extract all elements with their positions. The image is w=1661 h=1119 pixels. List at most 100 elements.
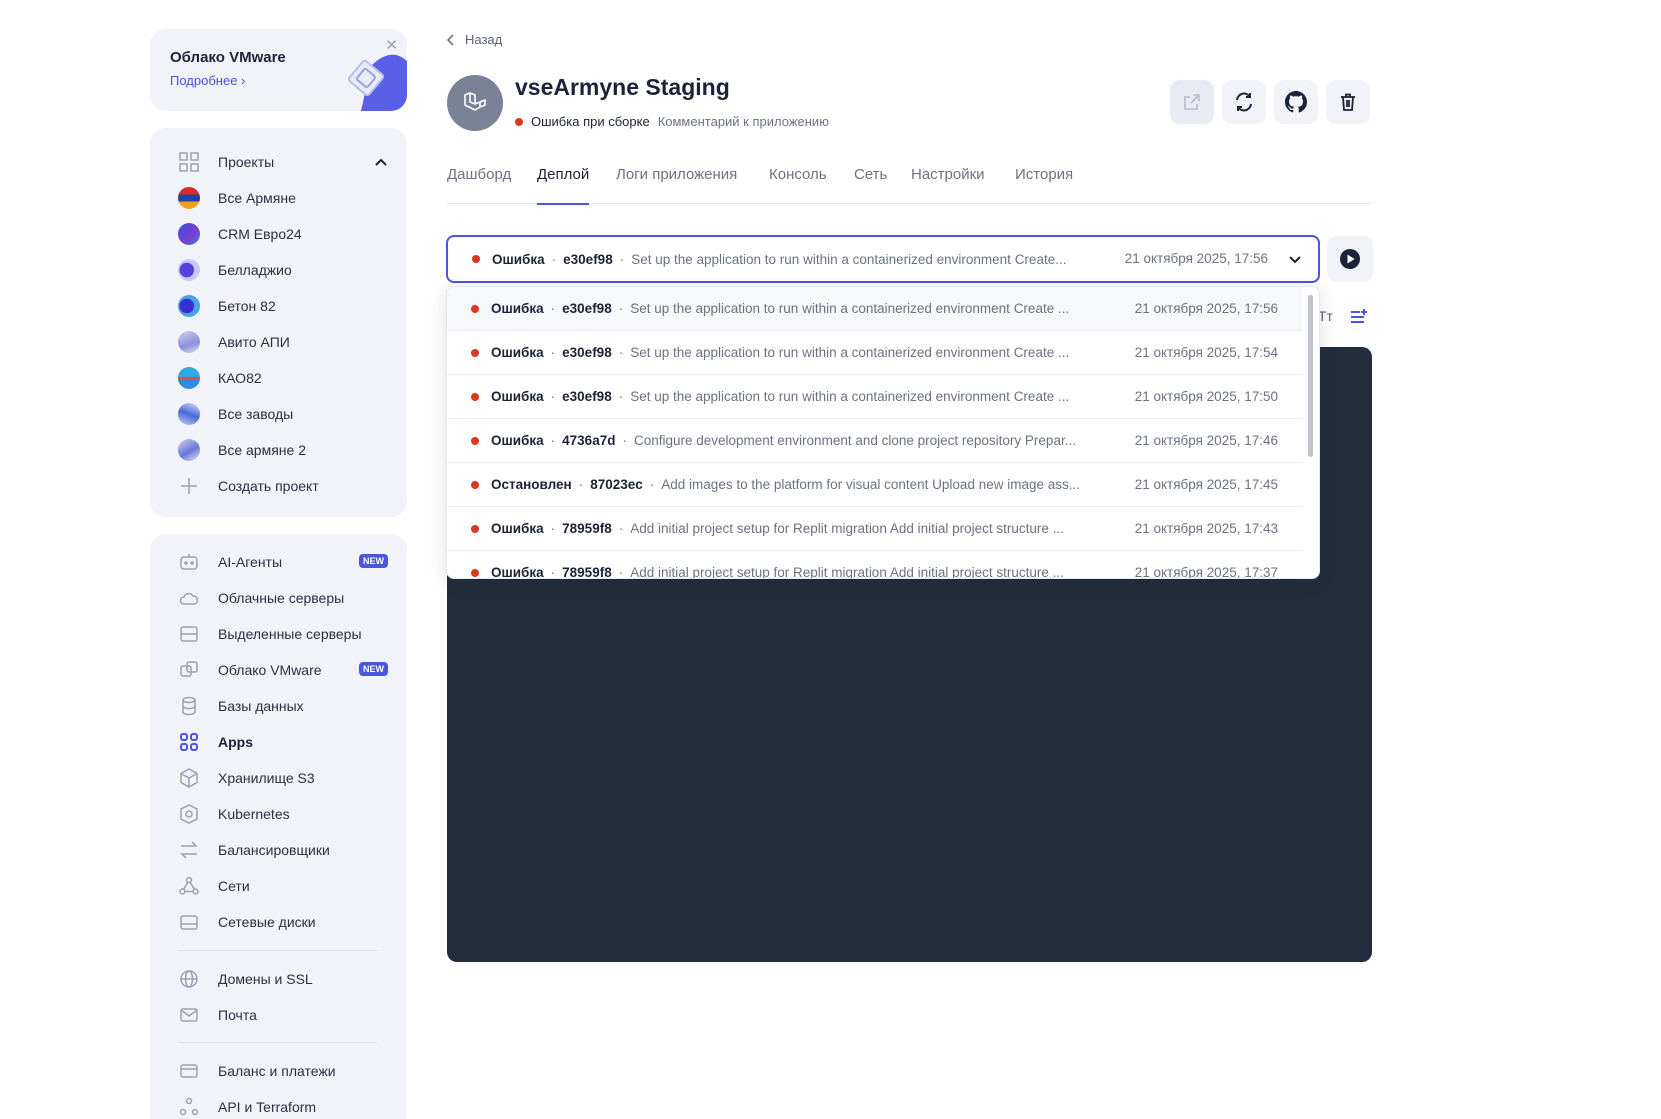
separator: · (550, 345, 556, 360)
redeploy-button[interactable] (1222, 80, 1266, 124)
font-size-toggle[interactable]: Тт (1318, 308, 1333, 324)
separator: · (550, 521, 556, 536)
tab-app-logs[interactable]: Логи приложения (616, 166, 737, 204)
sidebar-project-item[interactable]: Все заводы (178, 399, 388, 429)
separator: · (550, 301, 556, 316)
sidebar-item-domains[interactable]: Домены и SSL (178, 964, 388, 994)
trash-icon (1341, 93, 1355, 111)
tab-dashboard[interactable]: Дашборд (447, 166, 511, 204)
deploy-option[interactable]: Ошибка · e30ef98 · Set up the application to… (447, 287, 1302, 331)
deploy-status: Ошибка (491, 433, 544, 448)
commit-message: Set up the application to run within a c… (630, 301, 1070, 316)
commit-hash: 78959f8 (562, 565, 612, 579)
app-avatar (447, 75, 503, 131)
status-dot (471, 392, 479, 401)
tab-console[interactable]: Консоль (769, 166, 827, 204)
tab-network[interactable]: Сеть (854, 166, 887, 204)
commit-hash: 87023ec (590, 477, 643, 492)
status-dot (471, 304, 479, 313)
tab-history[interactable]: История (1015, 166, 1073, 204)
commit-message: Set up the application to run within a c… (630, 389, 1070, 404)
sidebar-item-ai-agents[interactable]: AI-Агенты NEW (178, 547, 388, 577)
vmware-illustration (347, 54, 407, 111)
project-avatar (178, 367, 200, 389)
commit-hash: e30ef98 (562, 345, 612, 360)
sidebar-item-mail[interactable]: Почта (178, 1000, 388, 1030)
deploy-status: Ошибка (491, 521, 544, 536)
sidebar-item-vmware[interactable]: Облако VMware NEW (178, 655, 388, 685)
sidebar-project-item[interactable]: Бетон 82 (178, 291, 388, 321)
sidebar-project-item[interactable]: Авито АПИ (178, 327, 388, 357)
promo-more-link[interactable]: Подробнее › (170, 73, 245, 88)
sidebar-item-dedicated-servers[interactable]: Выделенные серверы (178, 619, 388, 649)
new-badge: NEW (359, 554, 388, 568)
dropdown-scrollbar[interactable] (1308, 295, 1313, 457)
separator: · (578, 477, 584, 492)
sidebar-project-item[interactable]: Все армяне 2 (178, 435, 388, 465)
sidebar-project-item[interactable]: CRM Евро24 (178, 219, 388, 249)
status-dot (471, 524, 479, 533)
tab-settings[interactable]: Настройки (911, 166, 985, 204)
deploy-option[interactable]: Ошибка · 78959f8 · Add initial project setup… (447, 551, 1302, 579)
wrap-lines-icon[interactable] (1350, 309, 1368, 325)
sidebar-item-databases[interactable]: Базы данных (178, 691, 388, 721)
open-external-button[interactable] (1170, 80, 1214, 124)
sidebar-item-api[interactable]: API и Terraform (178, 1092, 388, 1119)
deploy-option[interactable]: Ошибка · 4736a7d · Configure development env… (447, 419, 1302, 463)
apps-icon (178, 731, 200, 753)
refresh-icon (1236, 92, 1252, 112)
app-comment[interactable]: Комментарий к приложению (658, 114, 829, 129)
deploy-date: 21 октября 2025, 17:45 (1134, 477, 1278, 492)
deploy-status: Остановлен (491, 477, 572, 492)
back-link[interactable]: Назад (447, 32, 502, 47)
promo-card: Облако VMware Подробнее › ✕ (150, 29, 407, 111)
commit-message: Set up the application to run within a c… (630, 345, 1070, 360)
sidebar-item-balancers[interactable]: Балансировщики (178, 835, 388, 865)
sidebar-project-item[interactable]: Все Армяне (178, 183, 388, 213)
tab-deploy[interactable]: Деплой (537, 166, 590, 205)
projects-header[interactable]: Проекты (178, 147, 388, 177)
play-icon (1340, 249, 1360, 269)
deploy-option[interactable]: Ошибка · 78959f8 · Add initial project setup… (447, 507, 1302, 551)
sidebar-item-cloud-servers[interactable]: Облачные серверы (178, 583, 388, 613)
new-badge: NEW (359, 662, 388, 676)
robot-icon (178, 551, 200, 573)
sidebar-item-billing[interactable]: Баланс и платежи (178, 1056, 388, 1086)
commit-message: Configure development environment and cl… (633, 433, 1076, 448)
sidebar-item-kubernetes[interactable]: Kubernetes (178, 799, 388, 829)
commit-hash: e30ef98 (562, 301, 612, 316)
deploy-select[interactable]: Ошибка · e30ef98 · Set up the applicatio… (446, 235, 1320, 283)
separator: · (618, 565, 624, 579)
project-avatar (178, 439, 200, 461)
app-status: Ошибка при сборке Комментарий к приложен… (515, 114, 829, 129)
create-project-button[interactable]: Создать проект (178, 471, 388, 501)
page-title: vseArmyne Staging (515, 74, 730, 100)
deploy-option[interactable]: Остановлен · 87023ec · Add images to the pla… (447, 463, 1302, 507)
sidebar-item-network-disks[interactable]: Сетевые диски (178, 907, 388, 937)
separator: · (550, 389, 556, 404)
separator: · (618, 345, 624, 360)
separator: · (649, 477, 655, 492)
delete-button[interactable] (1326, 80, 1370, 124)
project-avatar (178, 331, 200, 353)
sidebar-item-networks[interactable]: Сети (178, 871, 388, 901)
cloud-icon (178, 587, 200, 609)
sidebar-project-item[interactable]: КАО82 (178, 363, 388, 393)
tabs-bar: Дашборд Деплой Логи приложения Консоль С… (447, 166, 1371, 205)
chevron-left-icon (447, 33, 454, 46)
plus-icon (178, 475, 200, 497)
chevron-down-icon[interactable] (1288, 253, 1302, 267)
deploy-option[interactable]: Ошибка · e30ef98 · Set up the application to… (447, 331, 1302, 375)
github-button[interactable] (1274, 80, 1318, 124)
run-deploy-button[interactable] (1327, 236, 1373, 282)
deploy-option[interactable]: Ошибка · e30ef98 · Set up the application to… (447, 375, 1302, 419)
sidebar-item-s3[interactable]: Хранилище S3 (178, 763, 388, 793)
commit-message: Add images to the platform for visual co… (661, 477, 1080, 492)
sidebar-project-item[interactable]: Белладжио (178, 255, 388, 285)
commit-message: Add initial project setup for Replit mig… (630, 565, 1064, 579)
chevron-up-icon[interactable] (374, 155, 388, 169)
sidebar-item-apps[interactable]: Apps (178, 727, 388, 757)
cube-icon (178, 767, 200, 789)
database-icon (178, 695, 200, 717)
deploy-date: 21 октября 2025, 17:37 (1134, 565, 1278, 579)
